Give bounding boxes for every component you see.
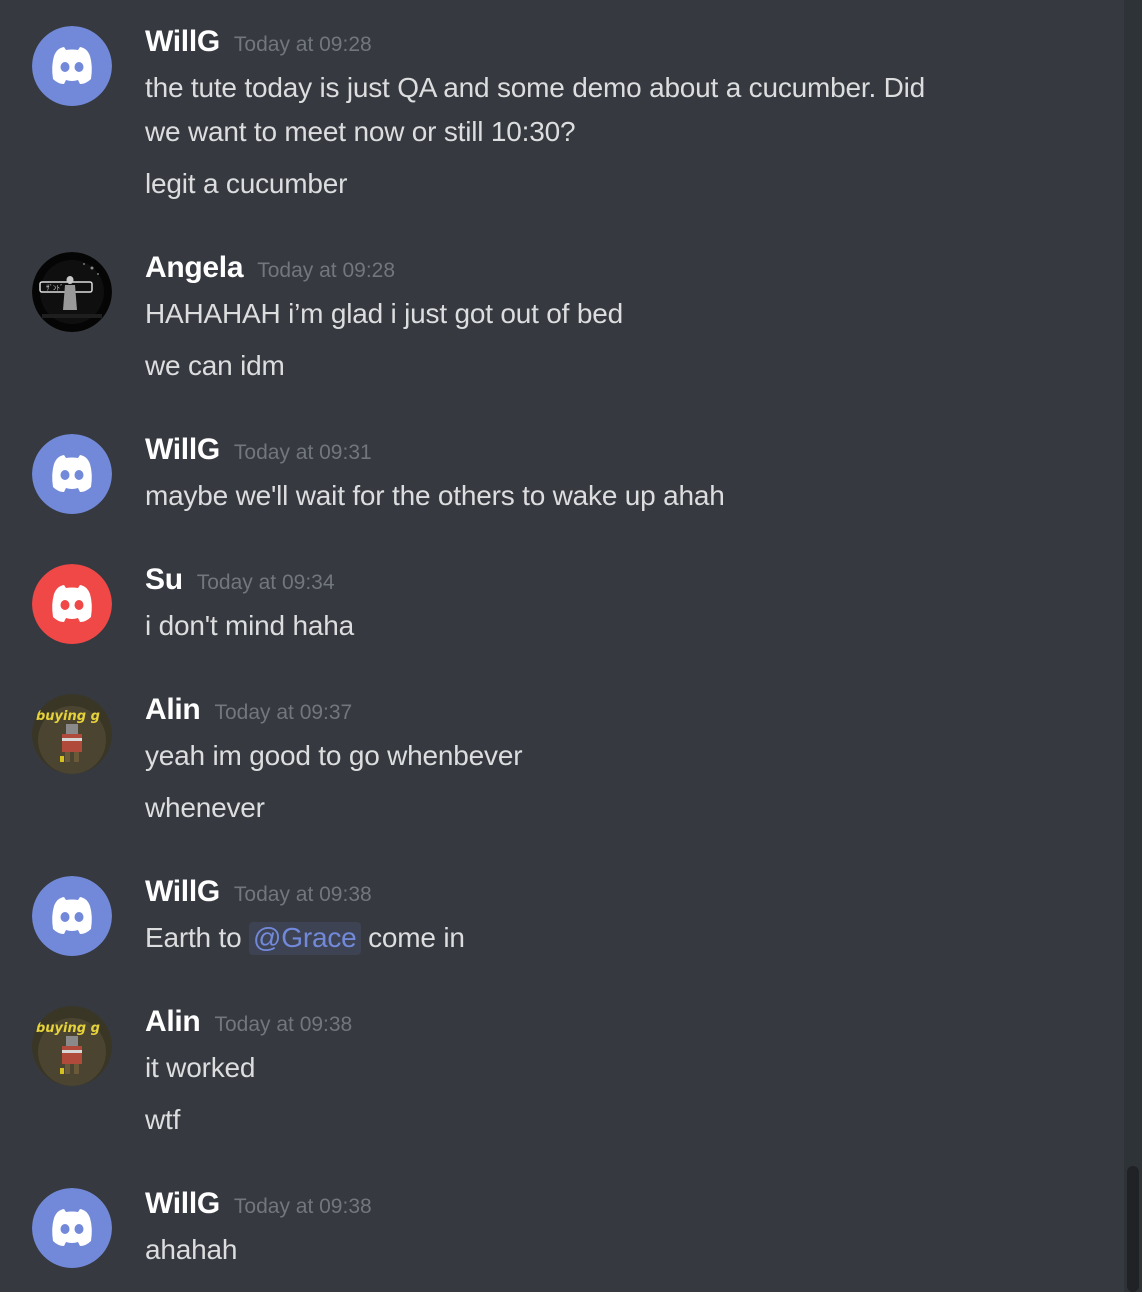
username[interactable]: Angela	[145, 251, 244, 284]
scrollbar-thumb[interactable]	[1127, 1166, 1139, 1292]
message-header: WillG Today at 09:38	[145, 874, 372, 910]
timestamp[interactable]: Today at 09:38	[214, 1013, 352, 1036]
discord-logo-red-icon	[32, 564, 112, 644]
message-text: yeah im good to go whenbever	[145, 740, 523, 771]
username[interactable]: WillG	[145, 25, 220, 58]
discord-logo-icon	[32, 876, 112, 956]
message-text: whenever	[145, 792, 265, 823]
message-text: the tute today is just QA and some demo …	[145, 72, 926, 103]
message-text: wtf	[145, 1104, 181, 1135]
message-text: ahahah	[145, 1234, 238, 1265]
angela-photo-icon: ｻﾞﾝﾄﾞ	[32, 252, 112, 332]
avatar[interactable]	[32, 876, 112, 956]
message-text: legit a cucumber	[145, 168, 348, 199]
message-header: Alin Today at 09:38	[145, 1004, 352, 1040]
avatar[interactable]: ｻﾞﾝﾄﾞ	[32, 252, 112, 332]
avatar[interactable]	[32, 434, 112, 514]
message-text: we can idm	[145, 350, 285, 381]
avatar[interactable]	[32, 1188, 112, 1268]
alin-game-avatar-icon: buying g	[32, 1006, 112, 1086]
user-mention[interactable]: @Grace	[249, 922, 361, 955]
message-header: Alin Today at 09:37	[145, 692, 352, 728]
message-list[interactable]: WillG Today at 09:28 the tute today is ju…	[0, 0, 1124, 1292]
scrollbar-track[interactable]	[1124, 0, 1142, 1292]
username[interactable]: WillG	[145, 1187, 220, 1220]
timestamp[interactable]: Today at 09:28	[234, 33, 372, 56]
message-header: WillG Today at 09:31	[145, 432, 372, 468]
avatar-text: buying g	[36, 1021, 100, 1036]
timestamp[interactable]: Today at 09:37	[214, 701, 352, 724]
message-text: we want to meet now or still 10:30?	[145, 116, 576, 147]
timestamp[interactable]: Today at 09:31	[234, 441, 372, 464]
message-text: i don't mind haha	[145, 610, 354, 641]
timestamp[interactable]: Today at 09:38	[234, 883, 372, 906]
username[interactable]: WillG	[145, 433, 220, 466]
message-text: Earth to @Grace come in	[145, 916, 465, 960]
message-header: Angela Today at 09:28	[145, 250, 395, 286]
message-text: it worked	[145, 1052, 256, 1083]
discord-logo-icon	[32, 26, 112, 106]
message-text-after: come in	[360, 922, 465, 953]
avatar[interactable]	[32, 564, 112, 644]
username[interactable]: Alin	[145, 693, 201, 726]
avatar[interactable]: buying g	[32, 1006, 112, 1086]
message-text-before: Earth to	[145, 922, 250, 953]
timestamp[interactable]: Today at 09:28	[257, 259, 395, 282]
message-header: WillG Today at 09:38	[145, 1186, 372, 1222]
username[interactable]: Su	[145, 563, 183, 596]
discord-logo-icon	[32, 1188, 112, 1268]
discord-logo-icon	[32, 434, 112, 514]
message-text: maybe we'll wait for the others to wake …	[145, 480, 725, 511]
username[interactable]: Alin	[145, 1005, 201, 1038]
alin-game-avatar-icon: buying g	[32, 694, 112, 774]
message-header: WillG Today at 09:28	[145, 24, 372, 60]
avatar-text: buying g	[36, 709, 100, 724]
avatar[interactable]: buying g	[32, 694, 112, 774]
timestamp[interactable]: Today at 09:38	[234, 1195, 372, 1218]
message-text: HAHAHAH i’m glad i just got out of bed	[145, 298, 623, 329]
avatar[interactable]	[32, 26, 112, 106]
svg-text:ｻﾞﾝﾄﾞ: ｻﾞﾝﾄﾞ	[46, 284, 64, 292]
message-header: Su Today at 09:34	[145, 562, 335, 598]
timestamp[interactable]: Today at 09:34	[197, 571, 335, 594]
username[interactable]: WillG	[145, 875, 220, 908]
